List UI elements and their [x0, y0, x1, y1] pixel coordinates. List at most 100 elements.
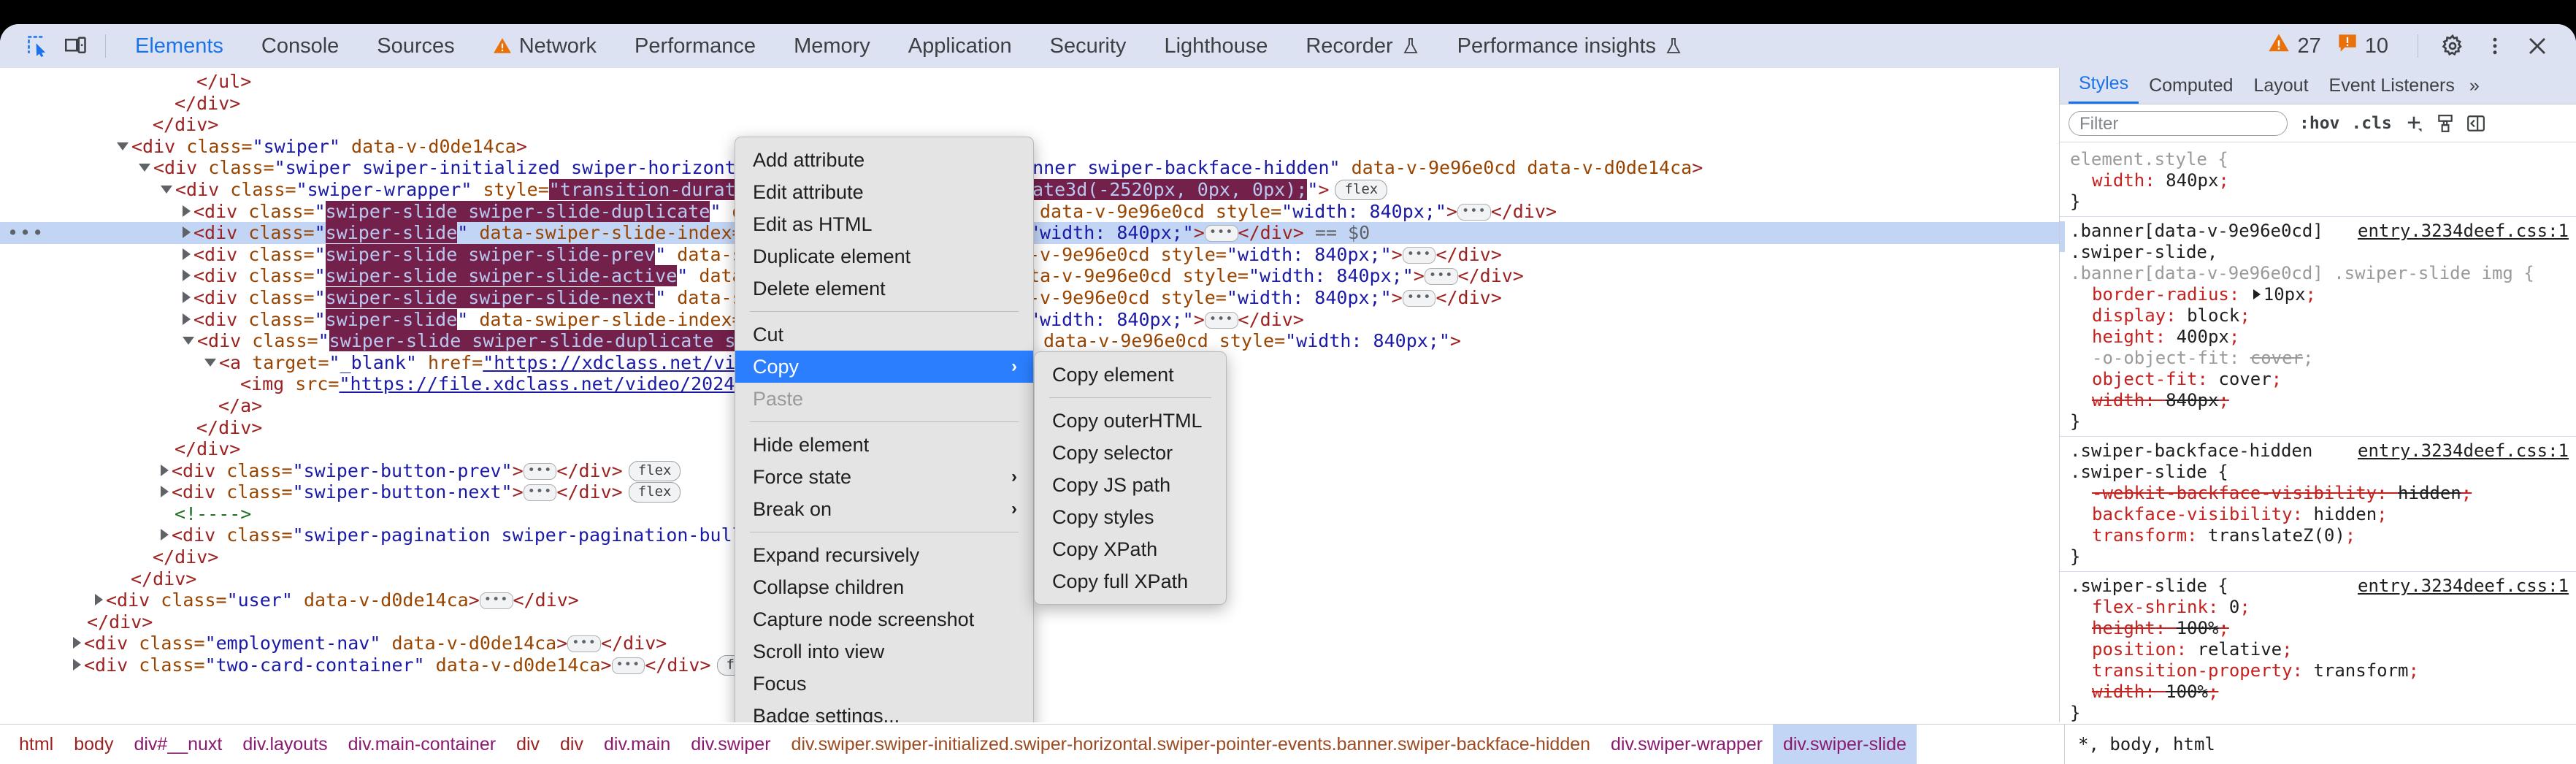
css-property-value[interactable]: block	[2187, 305, 2239, 326]
tab-lighthouse[interactable]: Lighthouse	[1145, 24, 1287, 68]
css-property-value[interactable]: cover	[2250, 348, 2303, 368]
tab-performance-insights[interactable]: Performance insights	[1438, 24, 1701, 68]
css-property-value[interactable]: translateZ(0)	[2208, 525, 2345, 546]
css-property-value[interactable]: hidden	[2398, 483, 2461, 503]
css-rule-swiper-backface-hidden[interactable]: .swiper-backface-hidden entry.3234deef.c…	[2060, 437, 2576, 572]
menu-item-edit-attribute[interactable]: Edit attribute	[735, 176, 1033, 208]
tab-security[interactable]: Security	[1031, 24, 1146, 68]
css-property-value[interactable]: 100%	[2177, 618, 2219, 638]
tab-styles[interactable]: Styles	[2069, 73, 2139, 104]
css-declaration-width[interactable]: width: 840px;	[2070, 170, 2569, 191]
css-selector[interactable]: element.style {	[2070, 149, 2569, 170]
chevron-double-right-icon[interactable]: »	[2469, 75, 2480, 104]
menu-item-copy-selector[interactable]: Copy selector	[1035, 437, 1226, 469]
css-property-value[interactable]: relative	[2198, 639, 2282, 660]
css-declaration-object-fit[interactable]: object-fit: cover;	[2070, 369, 2569, 390]
menu-item-copy-element[interactable]: Copy element	[1035, 359, 1226, 391]
tab-elements[interactable]: Elements	[116, 24, 242, 68]
tab-recorder[interactable]: Recorder	[1287, 24, 1438, 68]
css-property-value[interactable]: cover	[2218, 369, 2271, 389]
tab-computed[interactable]: Computed	[2139, 75, 2243, 104]
expand-shorthand-icon[interactable]	[2253, 289, 2261, 299]
breadcrumb-item-html[interactable]: html	[9, 725, 64, 764]
breadcrumb-item-swiper-slide[interactable]: div.swiper-slide	[1772, 725, 1917, 764]
css-rule-banner-swiper-slide[interactable]: .banner[data-v-9e96e0cd] entry.3234deef.…	[2060, 217, 2576, 437]
tab-layout[interactable]: Layout	[2243, 75, 2318, 104]
css-rule-swiper-slide[interactable]: .swiper-slide { entry.3234deef.css:1 fle…	[2060, 572, 2576, 722]
menu-item-copy-outerhtml[interactable]: Copy outerHTML	[1035, 405, 1226, 437]
elements-dom-tree-pane[interactable]: </ul> </div> </div> <div class="swiper" …	[0, 68, 2059, 722]
dom-node-close-div[interactable]: </div>	[0, 93, 2059, 115]
css-rule-element-style[interactable]: element.style { width: 840px; }	[2060, 145, 2576, 217]
css-declaration-position[interactable]: position: relative;	[2070, 639, 2569, 660]
collapsed-children-icon[interactable]: •••	[1402, 289, 1436, 307]
css-declaration-webkit-backface-visibility[interactable]: -webkit-backface-visibility: hidden;	[2070, 483, 2569, 504]
menu-item-capture-node-screenshot[interactable]: Capture node screenshot	[735, 603, 1033, 635]
css-declaration-flex-shrink[interactable]: flex-shrink: 0;	[2070, 597, 2569, 618]
breadcrumb-item-swiper[interactable]: div.swiper	[681, 725, 781, 764]
css-declaration-backface-visibility[interactable]: backface-visibility: hidden;	[2070, 504, 2569, 525]
tab-network[interactable]: Network	[474, 24, 616, 68]
collapsed-children-icon[interactable]: •••	[1424, 268, 1458, 286]
css-selector[interactable]: .swiper-backface-hidden entry.3234deef.c…	[2070, 440, 2569, 462]
css-declaration-height[interactable]: height: 100%;	[2070, 618, 2569, 639]
css-property-value[interactable]: 840px	[2166, 170, 2218, 191]
menu-item-add-attribute[interactable]: Add attribute	[735, 144, 1033, 176]
device-toolbar-icon[interactable]	[57, 30, 95, 62]
menu-item-focus[interactable]: Focus	[735, 668, 1033, 700]
breadcrumb-item-banner[interactable]: div.swiper.swiper-initialized.swiper-hor…	[781, 725, 1601, 764]
menu-item-expand-recursively[interactable]: Expand recursively	[735, 539, 1033, 571]
dom-node-close-div[interactable]: </div>	[0, 114, 2059, 136]
menu-item-edit-as-html[interactable]: Edit as HTML	[735, 208, 1033, 240]
collapsed-children-icon[interactable]: •••	[1402, 246, 1436, 264]
flex-badge[interactable]: flex	[628, 482, 681, 503]
collapsed-children-icon[interactable]: •••	[1457, 203, 1491, 221]
breadcrumb-item-main-container[interactable]: div.main-container	[338, 725, 506, 764]
plus-icon[interactable]	[2404, 113, 2424, 134]
flex-badge[interactable]: flex	[628, 460, 681, 481]
tab-event-listeners[interactable]: Event Listeners	[2319, 75, 2465, 104]
menu-item-copy-xpath[interactable]: Copy XPath	[1035, 533, 1226, 565]
breadcrumb-item-body[interactable]: body	[64, 725, 123, 764]
gear-icon[interactable]	[2431, 30, 2474, 62]
breadcrumb-item-nuxt[interactable]: div#__nuxt	[123, 725, 232, 764]
menu-item-scroll-into-view[interactable]: Scroll into view	[735, 635, 1033, 668]
breadcrumb-item-main[interactable]: div.main	[594, 725, 681, 764]
menu-item-copy-styles[interactable]: Copy styles	[1035, 501, 1226, 533]
collapsed-children-icon[interactable]: •••	[523, 484, 557, 502]
menu-item-badge-settings[interactable]: Badge settings...	[735, 700, 1033, 722]
menu-item-break-on[interactable]: Break on ›	[735, 493, 1033, 525]
error-count-button[interactable]: 10	[2337, 33, 2388, 59]
tab-sources[interactable]: Sources	[358, 24, 473, 68]
hover-state-button[interactable]: :hov	[2299, 114, 2339, 133]
css-property-value[interactable]: 100%	[2166, 681, 2208, 702]
css-source-link[interactable]: entry.3234deef.css:1	[2358, 576, 2569, 597]
breadcrumb-item-swiper-wrapper[interactable]: div.swiper-wrapper	[1601, 725, 1773, 764]
css-declaration-transform[interactable]: transform: translateZ(0);	[2070, 525, 2569, 546]
inspect-cursor-icon[interactable]	[19, 30, 57, 62]
menu-item-copy[interactable]: Copy ›	[735, 351, 1033, 383]
breadcrumb-item-div[interactable]: div	[506, 725, 550, 764]
css-property-value[interactable]: 840px	[2166, 390, 2218, 410]
css-declaration-o-object-fit[interactable]: -o-object-fit: cover;	[2070, 348, 2569, 369]
styles-filter-input[interactable]: Filter	[2069, 110, 2288, 136]
collapsed-children-icon[interactable]: •••	[1204, 311, 1238, 329]
collapsed-children-icon[interactable]: •••	[1204, 225, 1238, 242]
css-declaration-transition-property[interactable]: transition-property: transform;	[2070, 660, 2569, 681]
menu-item-duplicate-element[interactable]: Duplicate element	[735, 240, 1033, 272]
menu-item-copy-js-path[interactable]: Copy JS path	[1035, 469, 1226, 501]
kebab-menu-icon[interactable]	[2474, 30, 2516, 62]
tab-memory[interactable]: Memory	[775, 24, 889, 68]
css-selector[interactable]: .banner[data-v-9e96e0cd] entry.3234deef.…	[2070, 221, 2569, 242]
menu-item-copy-full-xpath[interactable]: Copy full XPath	[1035, 565, 1226, 597]
collapsed-children-icon[interactable]: •••	[611, 657, 645, 675]
css-property-value[interactable]: 10px	[2263, 284, 2306, 305]
menu-item-hide-element[interactable]: Hide element	[735, 429, 1033, 461]
tab-console[interactable]: Console	[242, 24, 358, 68]
flex-badge[interactable]: flex	[1335, 179, 1388, 200]
css-source-link[interactable]: entry.3234deef.css:1	[2358, 440, 2569, 462]
css-declaration-width[interactable]: width: 100%;	[2070, 681, 2569, 703]
menu-item-collapse-children[interactable]: Collapse children	[735, 571, 1033, 603]
collapsed-children-icon[interactable]: •••	[567, 635, 602, 653]
css-declaration-border-radius[interactable]: border-radius: 10px;	[2070, 284, 2569, 305]
